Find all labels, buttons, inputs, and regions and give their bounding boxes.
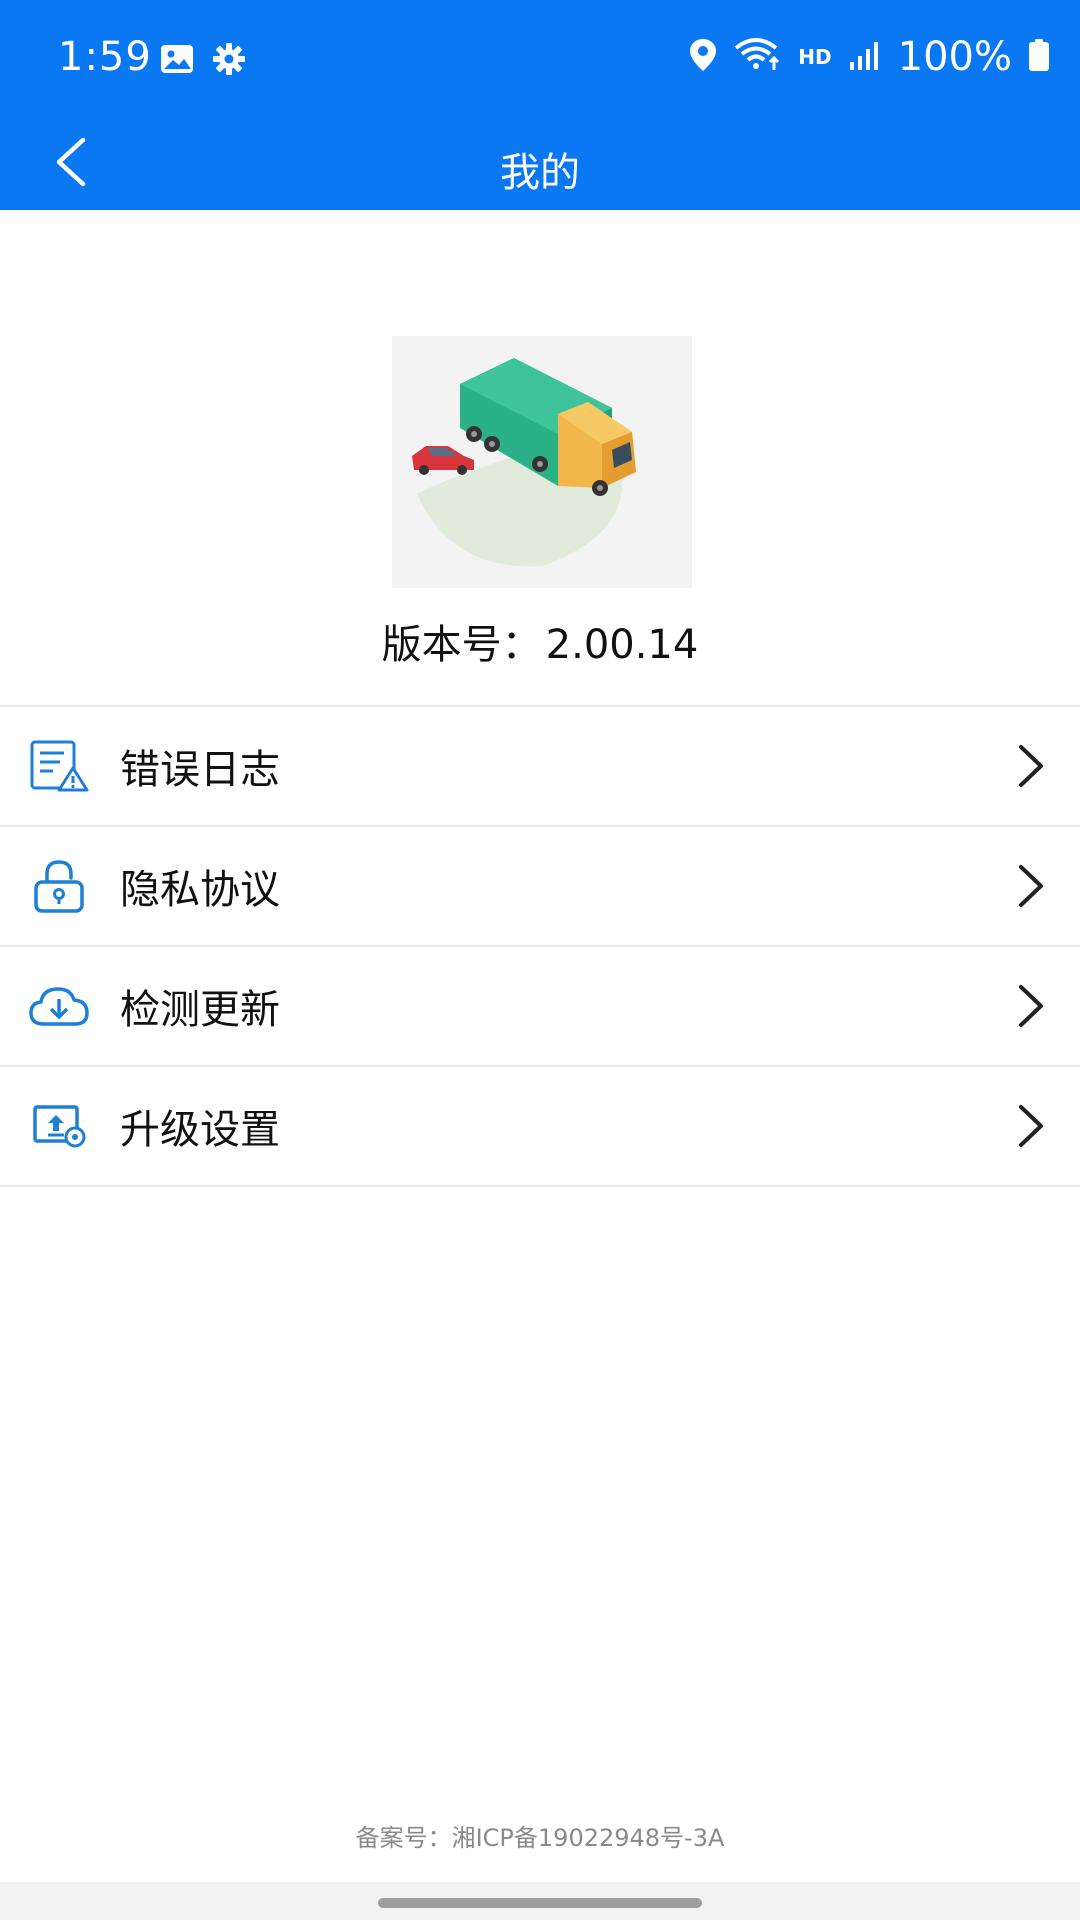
truck-car-illustration: [412, 358, 636, 567]
menu-item-label: 升级设置: [120, 1107, 280, 1153]
battery-icon: [1028, 38, 1050, 76]
upgrade-settings-icon: [28, 1095, 90, 1157]
version-number: 2.00.14: [545, 622, 699, 668]
menu-item-error-log[interactable]: 错误日志: [0, 705, 1080, 825]
version-text: 版本号： 2.00.14: [0, 612, 1080, 670]
menu-item-check-update[interactable]: 检测更新: [0, 945, 1080, 1065]
menu-item-label: 错误日志: [120, 747, 280, 793]
error-log-icon: [28, 735, 90, 797]
chevron-right-icon: [1016, 743, 1046, 789]
version-label: 版本号：: [381, 622, 542, 668]
menu-item-label: 隐私协议: [120, 867, 280, 913]
icp-record-text: 备案号：湘ICP备19022948号-3A: [355, 1824, 725, 1852]
wifi-icon: [734, 38, 782, 76]
lock-icon: [28, 855, 90, 917]
location-icon: [688, 38, 718, 76]
navigation-bar: [0, 1882, 1080, 1920]
menu-item-label: 检测更新: [120, 987, 280, 1033]
status-time: 1:59: [58, 34, 152, 80]
network-type-label: HD: [798, 45, 832, 69]
home-indicator[interactable]: [378, 1898, 702, 1908]
chevron-right-icon: [1016, 863, 1046, 909]
menu-item-privacy-policy[interactable]: 隐私协议: [0, 825, 1080, 945]
app-bar: 我的: [0, 118, 1080, 210]
chevron-right-icon: [1016, 1103, 1046, 1149]
status-bar: 1:59 HD 100%: [0, 0, 1080, 118]
image-icon: [160, 44, 194, 78]
settings-menu: 错误日志 隐私协议 检测更新 升级设置: [0, 705, 1080, 1187]
app-logo: [392, 336, 692, 588]
page-title: 我的: [500, 150, 580, 196]
signal-icon: [848, 40, 882, 74]
battery-percent: 100%: [897, 34, 1012, 80]
cloud-download-icon: [28, 975, 90, 1037]
gear-icon: [212, 42, 246, 80]
chevron-right-icon: [1016, 983, 1046, 1029]
menu-item-upgrade-settings[interactable]: 升级设置: [0, 1065, 1080, 1187]
